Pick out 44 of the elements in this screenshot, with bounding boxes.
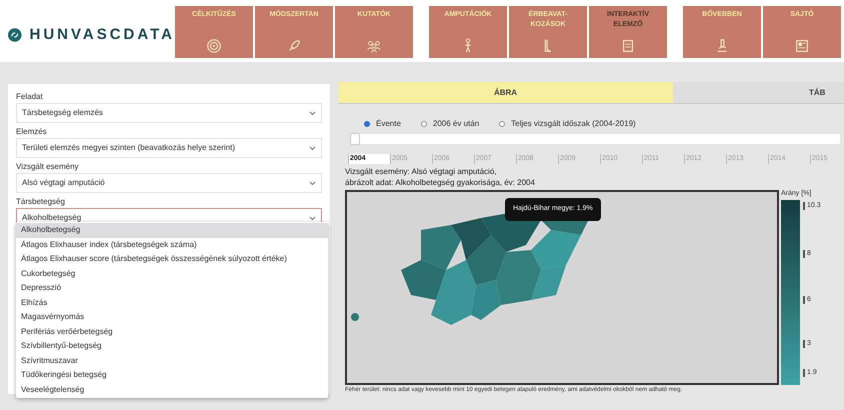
select-field[interactable]: Alsó végtagi amputáció bbox=[16, 173, 322, 193]
dropdown-option[interactable]: Magasvérnyomás bbox=[16, 310, 328, 324]
field-label: Vizsgált esemény bbox=[16, 161, 79, 173]
tab[interactable]: TÁB bbox=[673, 82, 844, 104]
tab[interactable]: ÁBRA bbox=[338, 82, 673, 104]
dropdown-option[interactable]: Átlagos Elixhauser index (társbetegségek száma) bbox=[16, 238, 328, 252]
logo-text: HUNVASCDATA bbox=[30, 24, 175, 45]
select-value: Területi elemzés megyei szinten (beavatkozás helye szerint) bbox=[22, 142, 235, 154]
select-field[interactable]: Társbetegség elemzés bbox=[16, 103, 322, 123]
dropdown-option[interactable]: Szívbillentyű-betegség bbox=[16, 339, 328, 354]
radio-button[interactable] bbox=[420, 121, 427, 127]
dropdown-option[interactable]: Cukorbetegség bbox=[16, 266, 328, 281]
radio-option[interactable]: Teljes vizsgált időszak (2004-2019) bbox=[499, 118, 636, 130]
dropdown-option[interactable]: Alkoholbetegség bbox=[16, 223, 328, 238]
select-value: Alkoholbetegség bbox=[22, 212, 82, 224]
dropdown-option[interactable]: Veseelégtelenség bbox=[16, 382, 328, 397]
logo-icon bbox=[351, 313, 359, 321]
dropdown-option[interactable]: Elhízás bbox=[16, 296, 328, 310]
newspaper-icon bbox=[794, 38, 810, 54]
radio-option[interactable]: 2006 év után bbox=[420, 118, 480, 130]
dropdown-option[interactable]: Perifériás verőérbetegség bbox=[16, 324, 328, 339]
caption-text: Vizsgált esemény: Alsó végtagi amputáció, bbox=[345, 166, 496, 177]
caption-text: ábrázolt adat: Alkoholbetegség gyakorisága, év: 2004 bbox=[345, 177, 535, 188]
chevron-icon bbox=[309, 110, 316, 116]
radio-button[interactable] bbox=[364, 121, 370, 127]
dropdown-option[interactable]: Átlagos Elixhauser score (társbetegségek összességének súlyozott értéke) bbox=[16, 252, 328, 266]
field-label: Elemzés bbox=[16, 126, 47, 138]
field-label: Társbetegség bbox=[16, 196, 65, 208]
chevron-icon bbox=[309, 180, 316, 186]
pages-icon bbox=[620, 38, 636, 54]
dropdown-option[interactable]: Szívritmuszavar bbox=[16, 354, 328, 368]
select-value: Alsó végtagi amputáció bbox=[22, 177, 105, 189]
target-icon bbox=[206, 38, 222, 54]
chevron-icon bbox=[309, 216, 316, 220]
field-label: Feladat bbox=[16, 91, 43, 103]
dropdown-option[interactable]: Depresszió bbox=[16, 281, 328, 296]
select-field[interactable]: Területi elemzés megyei szinten (beavatkozás helye szerint) bbox=[16, 138, 322, 158]
people-icon bbox=[366, 38, 382, 54]
radio-button[interactable] bbox=[499, 121, 506, 127]
radio-option[interactable]: Évente bbox=[364, 118, 401, 130]
slider-thumb[interactable] bbox=[350, 133, 360, 145]
select-value: Társbetegség elemzés bbox=[22, 107, 103, 119]
dropdown-option[interactable]: Tüdőkeringési betegség bbox=[16, 368, 328, 382]
chevron-icon bbox=[309, 146, 316, 150]
